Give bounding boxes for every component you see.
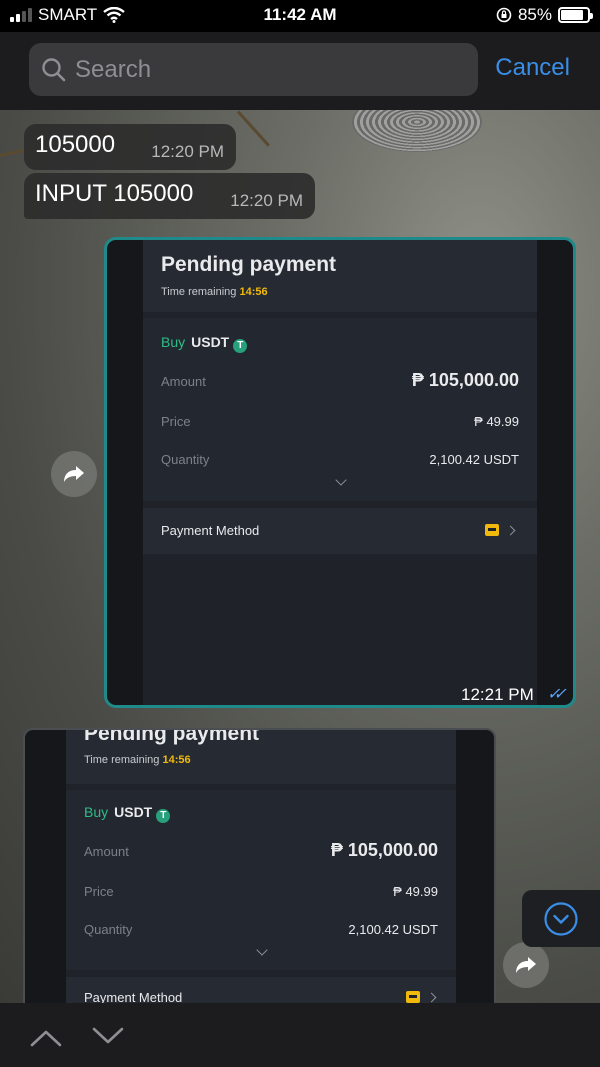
battery-icon xyxy=(558,7,593,23)
screenshot-content: Pending payment Time remaining 14:56 Buy… xyxy=(66,730,456,1003)
screenshot-title: Pending payment xyxy=(84,728,260,745)
status-bar: SMART 11:42 AM 85% xyxy=(0,0,600,32)
screenshot-title: Pending payment xyxy=(161,253,337,276)
message-bubble[interactable]: INPUT 105000 12:20 PM xyxy=(24,173,315,219)
battery-percent: 85% xyxy=(517,5,552,24)
quantity-label: Quantity xyxy=(84,922,133,937)
message-bubble[interactable]: 105000 12:20 PM xyxy=(24,124,236,170)
tether-icon: T xyxy=(156,809,171,823)
quantity-value: 2,100.42 USDT xyxy=(348,922,438,937)
message-text: 105000 xyxy=(35,131,116,158)
time-remaining: Time remaining 14:56 xyxy=(84,754,191,766)
background-wallpaper xyxy=(352,110,482,152)
time-remaining: Time remaining 14:56 xyxy=(161,286,268,298)
orientation-lock-icon xyxy=(496,7,512,23)
image-message[interactable]: Pending payment Time remaining 14:56 Buy… xyxy=(104,237,576,708)
price-label: Price xyxy=(161,414,191,429)
chat-area[interactable]: 105000 12:20 PM INPUT 105000 12:20 PM Pe… xyxy=(0,110,600,1003)
chevron-down-icon xyxy=(335,474,347,486)
amount-value: ₱ 105,000.00 xyxy=(411,370,519,390)
tether-icon: T xyxy=(233,339,248,353)
quantity-label: Quantity xyxy=(161,452,210,467)
payment-method-row: Payment Method xyxy=(66,977,456,1003)
scroll-to-bottom-button[interactable] xyxy=(522,890,600,947)
amount-label: Amount xyxy=(84,844,129,859)
chevron-right-icon xyxy=(505,525,516,536)
price-value: ₱ 49.99 xyxy=(393,884,438,899)
chevron-down-icon xyxy=(256,944,268,956)
price-value: ₱ 49.99 xyxy=(474,414,519,429)
price-label: Price xyxy=(84,884,114,899)
previous-result-button[interactable] xyxy=(26,1021,66,1051)
order-card: Buy USDT T Amount ₱ 105,000.00 Price ₱ 49.… xyxy=(143,318,537,501)
buy-label: Buy USDT T xyxy=(161,334,248,353)
search-box[interactable] xyxy=(29,43,478,96)
order-card: Buy USDT T Amount ₱ 105,000.00 Price ₱ 49.… xyxy=(66,790,456,970)
payment-method-label: Payment Method xyxy=(161,523,260,538)
search-input[interactable] xyxy=(75,55,455,84)
share-icon xyxy=(516,957,536,973)
message-time: 12:20 PM xyxy=(151,142,224,161)
payment-method-row: Payment Method xyxy=(143,508,537,554)
card-icon xyxy=(406,991,420,1003)
amount-value: ₱ 105,000.00 xyxy=(330,840,438,860)
buy-label: Buy USDT T xyxy=(84,804,171,823)
message-time: 12:21 PM xyxy=(461,685,534,704)
share-icon xyxy=(64,466,84,482)
forward-button[interactable] xyxy=(503,942,549,988)
chevron-down-circle-icon xyxy=(544,901,578,936)
background-decoration xyxy=(236,110,270,147)
quantity-value: 2,100.42 USDT xyxy=(429,452,519,467)
message-text: INPUT 105000 xyxy=(35,180,194,207)
screenshot-content: Pending payment Time remaining 14:56 Buy… xyxy=(143,240,537,705)
status-right: 85% xyxy=(496,5,593,25)
cancel-button[interactable]: Cancel xyxy=(495,54,570,82)
amount-label: Amount xyxy=(161,374,206,389)
search-header: Cancel xyxy=(0,32,600,110)
read-receipt-icon: ✓✓ xyxy=(547,686,567,703)
payment-method-label: Payment Method xyxy=(84,990,183,1003)
chevron-up-icon xyxy=(30,1030,62,1047)
search-icon xyxy=(42,57,66,81)
search-navigation-bar xyxy=(0,1003,600,1067)
chevron-down-icon xyxy=(92,1027,124,1044)
message-time: 12:20 PM xyxy=(230,191,303,210)
forward-button[interactable] xyxy=(51,451,97,497)
chevron-right-icon xyxy=(426,992,437,1003)
image-message[interactable]: Pending payment Time remaining 14:56 Buy… xyxy=(23,728,496,1003)
next-result-button[interactable] xyxy=(88,1021,128,1051)
screenshot-header: Pending payment Time remaining 14:56 xyxy=(143,240,537,312)
card-icon xyxy=(485,524,499,536)
screenshot-header: Pending payment Time remaining 14:56 xyxy=(66,728,456,784)
